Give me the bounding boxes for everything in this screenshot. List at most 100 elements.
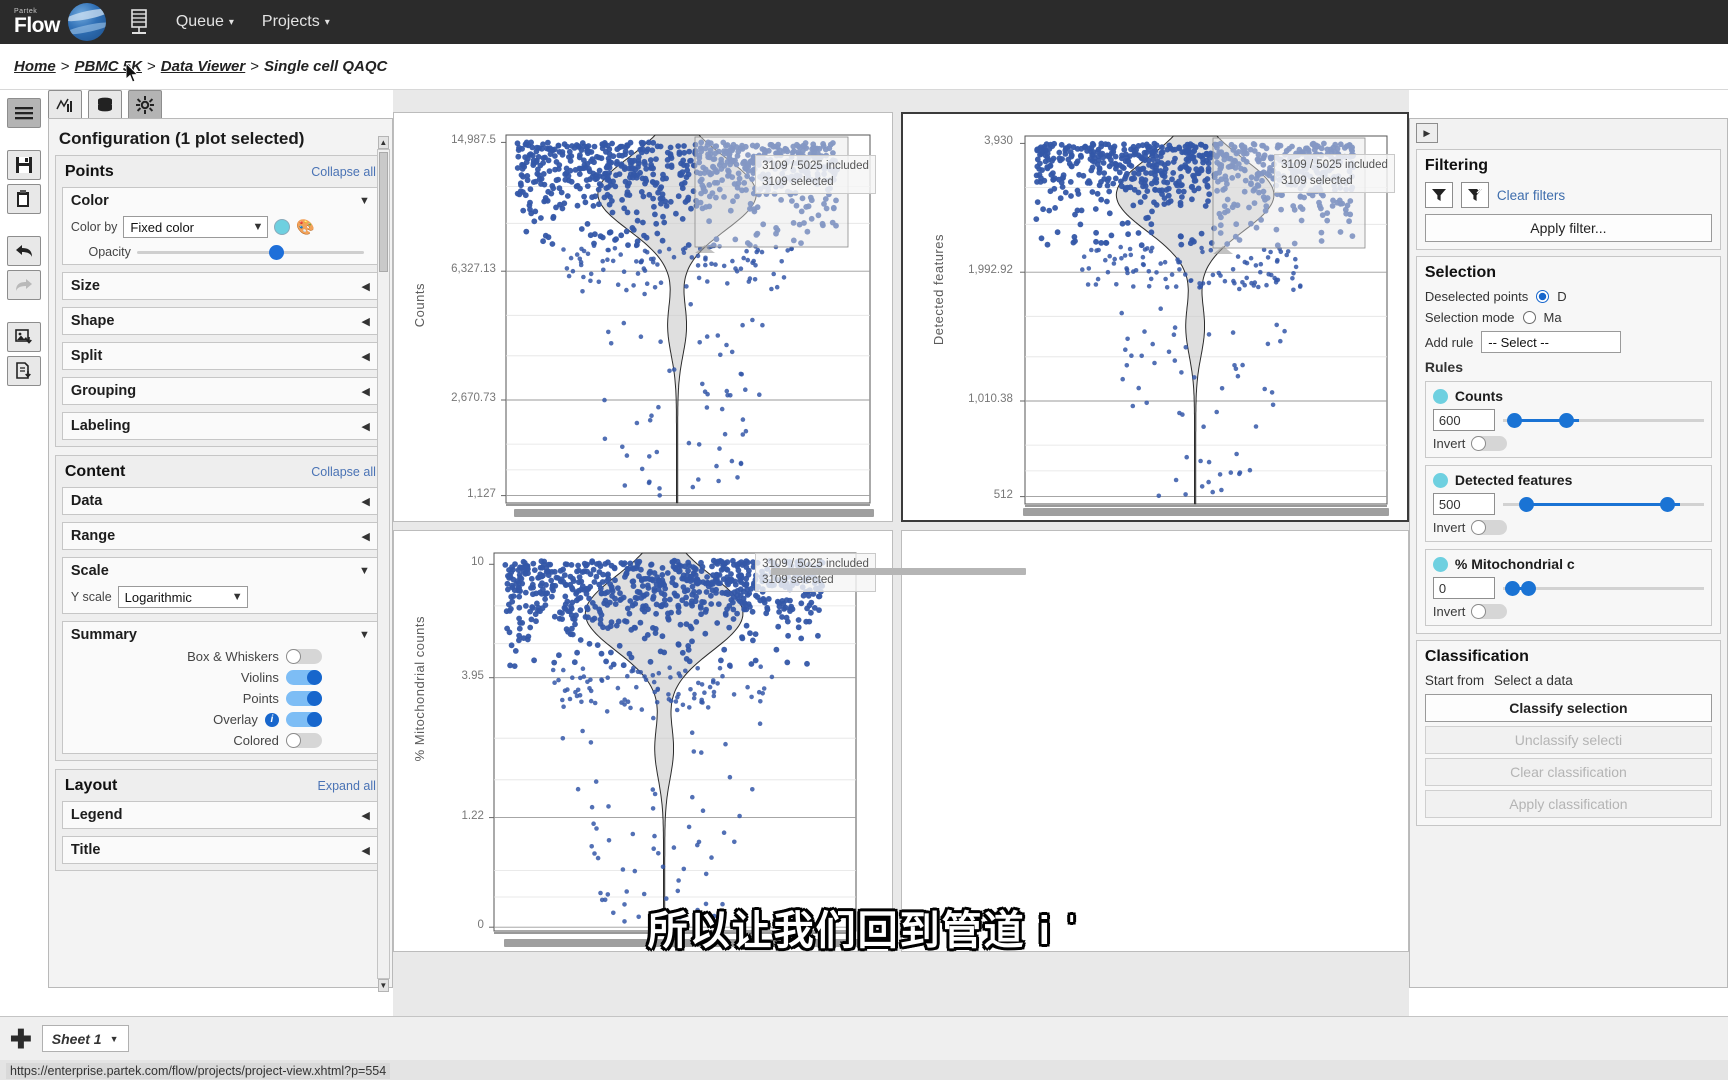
config-scrollbar[interactable]: ▲ ▼ (376, 136, 390, 992)
nav-queue[interactable]: Queue ▾ (162, 0, 248, 44)
breadcrumb-item-data-viewer[interactable]: Data Viewer (161, 58, 246, 75)
chevron-down-icon[interactable]: ▼ (110, 1034, 119, 1044)
subsection-shape[interactable]: Shape ◀ (61, 307, 379, 335)
color-by-select[interactable]: Fixed color ▼ (123, 216, 269, 238)
rule-mitochondrial-invert-toggle[interactable] (1471, 604, 1508, 619)
chart1-horizontal-scrollbar[interactable] (513, 509, 874, 517)
hamburger-menu-icon[interactable] (6, 98, 41, 128)
rule-mitochondrial-range-slider[interactable] (1502, 580, 1704, 596)
collapse-all-content[interactable]: Collapse all (311, 465, 376, 479)
rule-detected-features[interactable]: Detected features 500 Invert (1424, 465, 1712, 542)
toggle-row-colored[interactable]: Colored (71, 733, 370, 748)
clear-filters-link[interactable]: Clear filters (1497, 188, 1565, 203)
apply-filter-button[interactable]: Apply filter... (1424, 214, 1712, 242)
color-swatch[interactable] (274, 219, 291, 235)
chart2-horizontal-scrollbar[interactable] (1022, 508, 1389, 516)
chevron-down-icon[interactable]: ▼ (359, 195, 370, 207)
gear-icon[interactable] (127, 90, 162, 120)
rule-detected-features-invert-toggle[interactable] (1471, 520, 1508, 535)
rule-detected-features-range-slider[interactable] (1502, 496, 1704, 512)
chevron-down-icon[interactable]: ▼ (359, 565, 370, 577)
subsection-data[interactable]: Data ◀ (61, 487, 379, 515)
add-rule-select[interactable]: -- Select -- (1481, 331, 1622, 353)
toggle-colored[interactable] (285, 733, 322, 748)
subsection-grouping[interactable]: Grouping ◀ (61, 377, 379, 405)
filter-icon[interactable] (1424, 182, 1453, 208)
toggle-row-box-whiskers[interactable]: Box & Whiskers (71, 649, 370, 664)
sheet-tab[interactable]: Sheet 1 ▼ (41, 1025, 129, 1052)
subsection-range[interactable]: Range ◀ (61, 522, 379, 550)
deselected-points-radio[interactable] (1536, 290, 1550, 303)
nav-projects[interactable]: Projects ▾ (248, 0, 344, 44)
expand-right-icon[interactable]: ▶ (1415, 123, 1438, 143)
clipboard-icon[interactable] (6, 184, 41, 214)
breadcrumb-item-project[interactable]: PBMC 5K (74, 58, 142, 75)
violin-plot-counts[interactable]: Counts 14,987.5 6,327.13 2,670.73 1,127 310… (392, 112, 893, 522)
rule-counts-value[interactable]: 600 (1432, 409, 1495, 431)
rule-mitochondrial[interactable]: % Mitochondrial c 0 Invert (1424, 549, 1712, 626)
range-handle-low[interactable] (1506, 413, 1522, 428)
toggle-row-points[interactable]: Points (71, 691, 370, 706)
export-image-icon[interactable] (6, 322, 41, 352)
breadcrumb-item-home[interactable]: Home (14, 58, 56, 75)
chevron-down-icon[interactable]: ▼ (359, 629, 370, 641)
selection-mode-row[interactable]: Selection mode Ma (1425, 310, 1712, 325)
rule-counts-range-slider[interactable] (1502, 412, 1704, 428)
toggle-overlay[interactable] (285, 712, 322, 727)
empty-plot-slot[interactable] (900, 530, 1409, 952)
scroll-up-arrow-icon[interactable]: ▲ (377, 136, 389, 149)
rule-counts-invert-toggle[interactable] (1471, 436, 1508, 451)
server-rack-icon[interactable] (128, 9, 150, 35)
redo-icon[interactable] (6, 270, 41, 300)
filter-clear-icon[interactable] (1460, 182, 1489, 208)
save-icon[interactable] (6, 150, 41, 180)
toggle-row-violins[interactable]: Violins (71, 670, 370, 685)
subsection-scale[interactable]: Scale ▼ Y scale Logarithmic ▼ (61, 557, 379, 614)
y-scale-select[interactable]: Logarithmic ▼ (117, 586, 248, 608)
toggle-box-whiskers[interactable] (285, 649, 322, 664)
rule-detected-features-value[interactable]: 500 (1432, 493, 1495, 515)
subsection-title[interactable]: Title ◀ (61, 836, 379, 864)
range-handle-low[interactable] (1504, 581, 1520, 596)
violin-plot-detected-features[interactable]: Detected features 3,930 1,992.92 1,010.38 5… (900, 112, 1409, 522)
range-handle-low[interactable] (1518, 497, 1534, 512)
undo-icon[interactable] (6, 236, 41, 266)
plots-horizontal-scrollbar[interactable] (770, 568, 1026, 575)
subsection-summary[interactable]: Summary ▼ Box & Whiskers Violins Points … (61, 621, 379, 754)
subsection-color[interactable]: Color ▼ Color by Fixed color ▼ 🎨 Opacity (61, 187, 379, 265)
subsection-labeling[interactable]: Labeling ◀ (61, 412, 379, 440)
subsection-size[interactable]: Size ◀ (61, 272, 379, 300)
toggle-row-overlay[interactable]: Overlay i (71, 712, 370, 727)
config-scrollbar-thumb[interactable] (378, 152, 388, 272)
rule-mitochondrial-invert-label: Invert (1432, 604, 1466, 619)
chart3-canvas[interactable] (394, 531, 893, 952)
toggle-points[interactable] (285, 691, 322, 706)
start-from-row[interactable]: Start from Select a data (1425, 673, 1712, 688)
collapse-all-points[interactable]: Collapse all (311, 165, 376, 179)
opacity-slider-handle[interactable] (268, 244, 284, 260)
plot-chart-icon[interactable] (47, 90, 82, 120)
scroll-down-arrow-icon[interactable]: ▼ (377, 979, 389, 992)
expand-all-layout[interactable]: Expand all (318, 779, 376, 793)
selection-mode-radio[interactable] (1522, 311, 1536, 324)
rule-counts[interactable]: Counts 600 Invert (1424, 381, 1712, 458)
plus-icon[interactable]: ✚ (10, 1026, 32, 1052)
subsection-split[interactable]: Split ◀ (61, 342, 379, 370)
rule-mitochondrial-value[interactable]: 0 (1432, 577, 1495, 599)
violin-plot-mitochondrial[interactable]: % Mitochondrial counts 10 3.95 1.22 0 3109 … (392, 530, 893, 952)
subsection-legend[interactable]: Legend ◀ (61, 801, 379, 829)
deselected-points-row[interactable]: Deselected points D (1425, 289, 1712, 304)
add-rule-row[interactable]: Add rule -- Select -- (1425, 331, 1712, 353)
palette-icon[interactable]: 🎨 (296, 218, 315, 236)
opacity-slider[interactable] (136, 244, 364, 260)
app-logo[interactable]: Partek Flow (14, 3, 106, 41)
data-stack-icon[interactable] (87, 90, 122, 120)
info-icon[interactable]: i (264, 712, 279, 727)
export-file-icon[interactable] (6, 356, 41, 386)
toggle-violins[interactable] (285, 670, 322, 685)
range-handle-high[interactable] (1559, 413, 1575, 428)
range-handle-high[interactable] (1659, 497, 1675, 512)
range-handle-high[interactable] (1520, 581, 1536, 596)
chart3-horizontal-scrollbar[interactable] (503, 939, 874, 947)
classify-selection-button[interactable]: Classify selection (1424, 694, 1712, 722)
